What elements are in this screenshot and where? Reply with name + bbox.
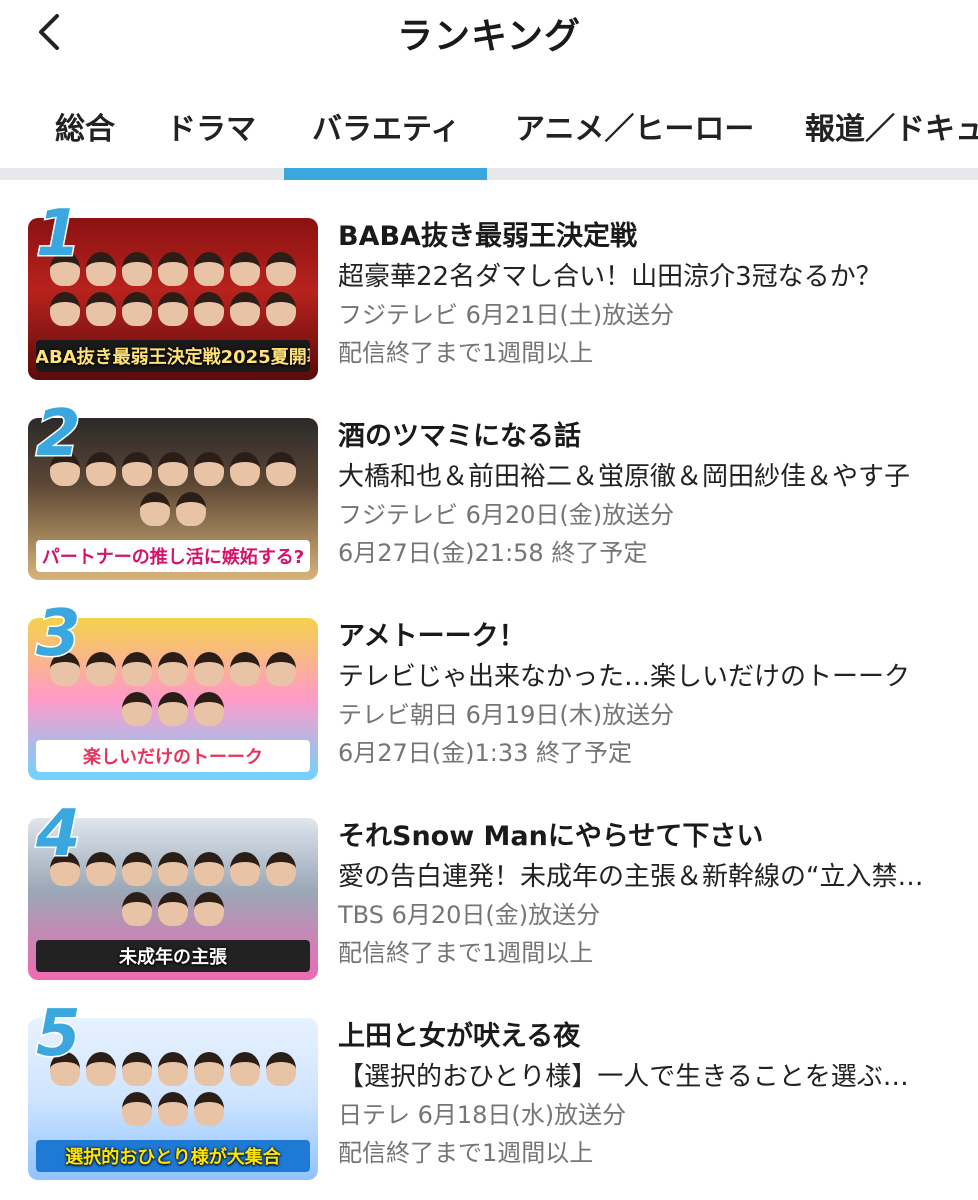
availability-info: 配信終了まで1週間以上 — [338, 1139, 594, 1167]
program-title: アメトーーク！ — [338, 621, 526, 652]
availability-info: 配信終了まで1週間以上 — [338, 339, 594, 367]
back-button[interactable] — [28, 10, 68, 54]
program-title: 上田と女が吠える夜 — [338, 1021, 581, 1052]
tab-anime-hero[interactable]: アニメ／ヒーロー — [515, 104, 754, 148]
broadcast-info: TBS 6月20日(金)放送分 — [338, 901, 601, 929]
program-info: 酒のツマミになる話 大橋和也＆前田裕二＆蛍原徹＆岡田紗佳＆やす子 フジテレビ 6… — [338, 418, 958, 572]
ranking-item[interactable]: BABA抜き最弱王決定戦2025夏開幕 1 BABA抜き最弱王決定戦 超豪華22… — [0, 197, 978, 380]
thumbnail-caption: パートナーの推し活に嫉妬する? — [36, 540, 310, 572]
tabs-divider — [0, 168, 978, 180]
availability-info: 6月27日(金)21:58 終了予定 — [338, 539, 648, 567]
ranking-item[interactable]: 楽しいだけのトーーク 3 アメトーーク！ テレビじゃ出来なかった…楽しいだけのト… — [0, 597, 978, 780]
program-title: それSnow Manにやらせて下さい — [338, 821, 764, 852]
broadcast-info: テレビ朝日 6月19日(木)放送分 — [338, 701, 675, 729]
tab-drama[interactable]: ドラマ — [166, 104, 256, 148]
availability-info: 6月27日(金)1:33 終了予定 — [338, 739, 633, 767]
ranking-item[interactable]: パートナーの推し活に嫉妬する? 2 酒のツマミになる話 大橋和也＆前田裕二＆蛍原… — [0, 397, 978, 580]
episode-subtitle: テレビじゃ出来なかった…楽しいだけのトーーク — [338, 662, 911, 692]
tab-news-documentary[interactable]: 報道／ドキュ — [805, 104, 978, 148]
tab-overall[interactable]: 総合 — [55, 104, 115, 148]
header-bar: ランキング — [0, 0, 978, 66]
program-info: アメトーーク！ テレビじゃ出来なかった…楽しいだけのトーーク テレビ朝日 6月1… — [338, 618, 958, 772]
chevron-left-icon — [39, 14, 59, 50]
episode-subtitle: 【選択的おひとり様】一人で生きることを選ぶ… — [338, 1062, 909, 1092]
rank-number: 1 — [35, 197, 83, 271]
broadcast-info: フジテレビ 6月20日(金)放送分 — [338, 501, 675, 529]
episode-subtitle: 大橋和也＆前田裕二＆蛍原徹＆岡田紗佳＆やす子 — [338, 462, 911, 492]
broadcast-info: フジテレビ 6月21日(土)放送分 — [338, 301, 675, 329]
ranking-item[interactable]: 未成年の主張 4 それSnow Manにやらせて下さい 愛の告白連発！未成年の主… — [0, 797, 978, 980]
active-tab-indicator — [284, 168, 487, 180]
rank-number: 4 — [35, 797, 83, 871]
broadcast-info: 日テレ 6月18日(水)放送分 — [338, 1101, 627, 1129]
ranking-item[interactable]: 選択的おひとり様が大集合 5 上田と女が吠える夜 【選択的おひとり様】一人で生き… — [0, 997, 978, 1180]
page-title: ランキング — [397, 16, 581, 57]
rank-number: 5 — [35, 997, 83, 1071]
category-tabs: 総合 ドラマ バラエティ アニメ／ヒーロー 報道／ドキュ — [0, 84, 978, 180]
program-title: 酒のツマミになる話 — [338, 421, 581, 452]
tab-variety[interactable]: バラエティ — [312, 104, 460, 148]
rank-number: 2 — [35, 397, 83, 471]
thumbnail-caption: 選択的おひとり様が大集合 — [36, 1140, 310, 1172]
episode-subtitle: 超豪華22名ダマし合い！山田涼介3冠なるか？ — [338, 262, 882, 292]
thumbnail-caption: 楽しいだけのトーーク — [36, 740, 310, 772]
rank-number: 3 — [35, 597, 83, 671]
program-info: それSnow Manにやらせて下さい 愛の告白連発！未成年の主張＆新幹線の“立入… — [338, 818, 958, 972]
episode-subtitle: 愛の告白連発！未成年の主張＆新幹線の“立入禁… — [338, 862, 924, 892]
program-title: BABA抜き最弱王決定戦 — [338, 221, 637, 252]
thumbnail-caption: BABA抜き最弱王決定戦2025夏開幕 — [36, 340, 310, 372]
program-info: BABA抜き最弱王決定戦 超豪華22名ダマし合い！山田涼介3冠なるか？ フジテレ… — [338, 218, 958, 372]
availability-info: 配信終了まで1週間以上 — [338, 939, 594, 967]
program-info: 上田と女が吠える夜 【選択的おひとり様】一人で生きることを選ぶ… 日テレ 6月1… — [338, 1018, 958, 1172]
thumbnail-caption: 未成年の主張 — [36, 940, 310, 972]
